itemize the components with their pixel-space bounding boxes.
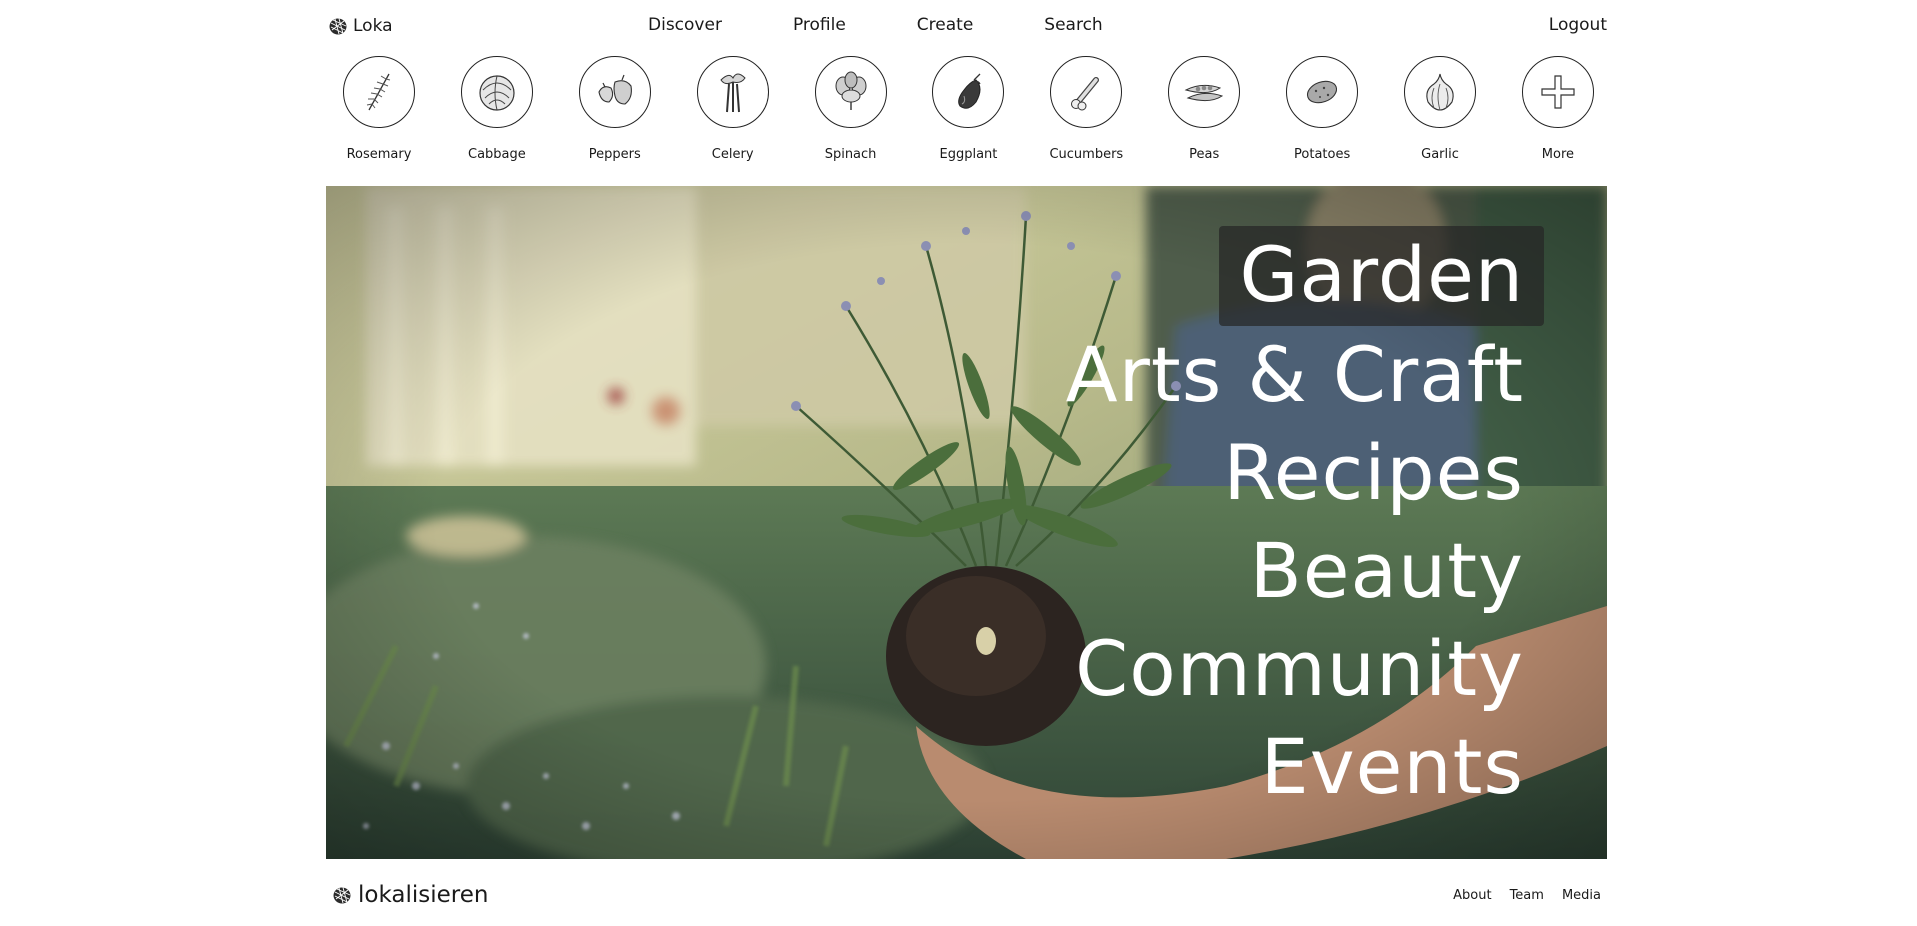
- category-eggplant[interactable]: Eggplant: [924, 56, 1012, 166]
- nav-search[interactable]: Search: [1044, 15, 1102, 35]
- peppers-icon: [598, 74, 632, 105]
- category-celery[interactable]: Celery: [689, 56, 777, 166]
- cabbage-icon: [479, 75, 515, 111]
- category-label: Spinach: [824, 147, 877, 162]
- category-label: More: [1541, 147, 1575, 162]
- hero-item-events[interactable]: Events: [1241, 718, 1544, 816]
- category-potatoes[interactable]: Potatoes: [1278, 56, 1366, 166]
- category-cabbage[interactable]: Cabbage: [453, 56, 541, 166]
- category-cucumbers[interactable]: Cucumbers: [1042, 56, 1130, 166]
- peas-icon: [1184, 84, 1224, 102]
- rosemary-icon: [366, 73, 391, 111]
- footer-link-team[interactable]: Team: [1510, 888, 1544, 903]
- hero-item-recipes[interactable]: Recipes: [1203, 424, 1544, 522]
- category-peas[interactable]: Peas: [1160, 56, 1248, 166]
- category-label: Garlic: [1421, 147, 1459, 162]
- category-rosemary[interactable]: Rosemary: [335, 56, 423, 166]
- category-more[interactable]: More: [1514, 56, 1602, 166]
- category-label: Peppers: [588, 147, 641, 162]
- category-label: Rosemary: [346, 147, 412, 162]
- category-label: Cucumbers: [1049, 147, 1124, 162]
- category-label: Celery: [711, 147, 754, 162]
- hero-item-community[interactable]: Community: [1055, 620, 1544, 718]
- category-label: Eggplant: [939, 147, 998, 162]
- hero-banner: Garden Arts & Craft Recipes Beauty Commu…: [326, 186, 1607, 859]
- category-spinach[interactable]: Spinach: [807, 56, 895, 166]
- nav-profile[interactable]: Profile: [793, 15, 846, 35]
- cucumbers-icon: [1071, 77, 1100, 111]
- brand-logo-link[interactable]: Loka: [328, 16, 393, 36]
- plus-icon: [1541, 75, 1575, 109]
- footer-link-media[interactable]: Media: [1562, 888, 1601, 903]
- footer-brand[interactable]: lokalisieren: [332, 882, 488, 908]
- main-nav-links: Discover Profile Create Search: [648, 15, 1103, 35]
- footer-link-about[interactable]: About: [1453, 888, 1491, 903]
- category-peppers[interactable]: Peppers: [571, 56, 659, 166]
- hero-category-menu: Garden Arts & Craft Recipes Beauty Commu…: [1046, 226, 1544, 816]
- potatoes-icon: [1307, 80, 1338, 104]
- logout-link[interactable]: Logout: [1549, 15, 1607, 35]
- footer-brand-name: lokalisieren: [358, 882, 489, 908]
- category-label: Peas: [1189, 147, 1220, 162]
- celery-icon: [720, 73, 746, 113]
- brand-name: Loka: [353, 16, 393, 36]
- pinecone-logo-icon: [333, 887, 351, 904]
- footer-links: About Team Media: [1453, 888, 1601, 903]
- garlic-icon: [1426, 73, 1454, 111]
- category-label: Cabbage: [468, 147, 526, 162]
- hero-item-arts-craft[interactable]: Arts & Craft: [1046, 326, 1544, 424]
- category-garlic[interactable]: Garlic: [1396, 56, 1484, 166]
- nav-create[interactable]: Create: [917, 15, 974, 35]
- pinecone-logo-icon: [329, 18, 347, 35]
- hero-item-garden[interactable]: Garden: [1219, 226, 1544, 326]
- footer: lokalisieren About Team Media: [326, 874, 1607, 914]
- category-label: Potatoes: [1294, 147, 1351, 162]
- spinach-icon: [835, 71, 867, 110]
- category-bar: Rosemary Cabbage Peppers Celery Spinach …: [326, 56, 1607, 166]
- top-navigation: Loka Discover Profile Create Search Logo…: [326, 0, 1607, 52]
- nav-discover[interactable]: Discover: [648, 15, 722, 35]
- eggplant-icon: [958, 73, 982, 109]
- hero-item-beauty[interactable]: Beauty: [1230, 522, 1544, 620]
